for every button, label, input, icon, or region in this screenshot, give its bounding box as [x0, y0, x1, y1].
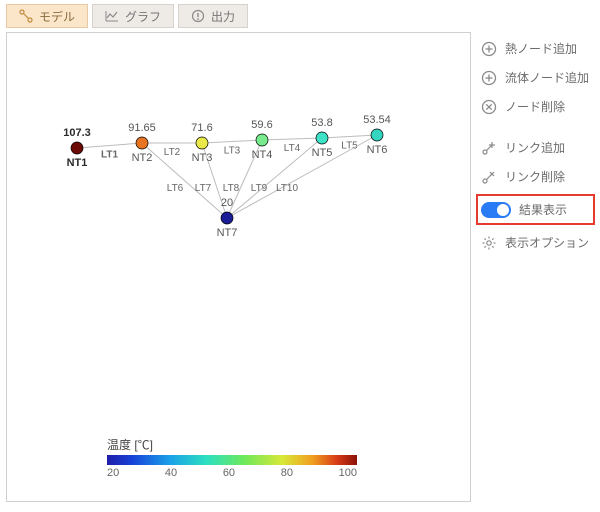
link-label-LT8: LT8: [223, 183, 240, 194]
add-link-button[interactable]: リンク追加: [477, 135, 594, 160]
link-label-LT4: LT4: [284, 143, 301, 154]
link-LT3[interactable]: [202, 140, 262, 143]
link-add-icon: [481, 140, 497, 156]
add-link-label: リンク追加: [505, 139, 565, 156]
link-LT10[interactable]: [227, 135, 377, 218]
side-panel: 熱ノード追加 流体ノード追加 ノード削除: [477, 32, 594, 502]
node-value-NT1: 107.3: [63, 127, 91, 139]
node-NT7[interactable]: 20 NT7: [217, 197, 238, 239]
link-label-LT1: LT1: [101, 150, 118, 161]
add-thermal-node-button[interactable]: 熱ノード追加: [477, 36, 594, 61]
add-fluid-node-button[interactable]: 流体ノード追加: [477, 65, 594, 90]
node-id-NT5: NT5: [312, 147, 333, 159]
show-results-label: 結果表示: [519, 201, 567, 218]
delete-link-label: リンク削除: [505, 168, 565, 185]
node-id-NT2: NT2: [132, 152, 153, 164]
toggle-on-icon: [481, 202, 511, 218]
plus-circle-icon: [481, 41, 497, 57]
model-canvas[interactable]: LT1LT2LT3LT4LT5LT6LT7LT8LT9LT10107.3NT19…: [6, 32, 471, 502]
node-NT6[interactable]: 53.54 NT6: [363, 114, 391, 156]
info-icon: [191, 9, 205, 23]
display-options-button[interactable]: 表示オプション: [477, 230, 594, 255]
tab-model[interactable]: モデル: [6, 4, 88, 28]
link-delete-icon: [481, 169, 497, 185]
gear-icon: [481, 235, 497, 251]
link-LT4[interactable]: [262, 138, 322, 140]
node-id-NT6: NT6: [367, 144, 388, 156]
node-id-NT4: NT4: [252, 149, 273, 161]
node-value-NT5: 53.8: [311, 117, 332, 129]
colorbar-gradient: [107, 455, 357, 465]
colorbar: 温度 [℃] 20 40 60 80 100: [107, 436, 357, 479]
link-LT5[interactable]: [322, 135, 377, 138]
node-value-NT6: 53.54: [363, 114, 391, 126]
tab-model-label: モデル: [39, 8, 75, 25]
tab-graph[interactable]: グラフ: [92, 4, 174, 28]
delete-link-button[interactable]: リンク削除: [477, 164, 594, 189]
node-id-NT3: NT3: [192, 152, 213, 164]
add-fluid-node-label: 流体ノード追加: [505, 69, 589, 86]
link-label-LT3: LT3: [224, 146, 241, 157]
node-value-NT3: 71.6: [191, 122, 212, 134]
chart-icon: [105, 9, 119, 23]
display-options-label: 表示オプション: [505, 234, 589, 251]
node-graph: LT1LT2LT3LT4LT5LT6LT7LT8LT9LT10107.3NT19…: [7, 33, 472, 503]
tab-output-label: 出力: [211, 8, 235, 25]
nodes-icon: [19, 9, 33, 23]
tab-graph-label: グラフ: [125, 8, 161, 25]
delete-node-button[interactable]: ノード削除: [477, 94, 594, 119]
node-id-NT1: NT1: [67, 157, 88, 169]
link-LT1[interactable]: [77, 143, 142, 148]
link-label-LT7: LT7: [195, 183, 212, 194]
delete-node-label: ノード削除: [505, 98, 565, 115]
link-label-LT2: LT2: [164, 147, 181, 158]
node-NT1[interactable]: 107.3 NT1: [63, 127, 91, 169]
tab-output[interactable]: 出力: [178, 4, 248, 28]
add-thermal-node-label: 熱ノード追加: [505, 40, 577, 57]
x-circle-icon: [481, 99, 497, 115]
plus-circle-icon: [481, 70, 497, 86]
node-value-NT7: 20: [221, 197, 233, 209]
link-label-LT10: LT10: [276, 183, 298, 194]
colorbar-ticks: 20 40 60 80 100: [107, 467, 357, 479]
node-id-NT7: NT7: [217, 227, 238, 239]
node-value-NT2: 91.65: [128, 122, 156, 134]
show-results-toggle[interactable]: 結果表示: [477, 195, 594, 224]
link-label-LT6: LT6: [167, 183, 184, 194]
link-label-LT9: LT9: [251, 183, 268, 194]
colorbar-title: 温度 [℃]: [107, 436, 357, 453]
node-value-NT4: 59.6: [251, 119, 272, 131]
link-LT9[interactable]: [227, 138, 322, 218]
